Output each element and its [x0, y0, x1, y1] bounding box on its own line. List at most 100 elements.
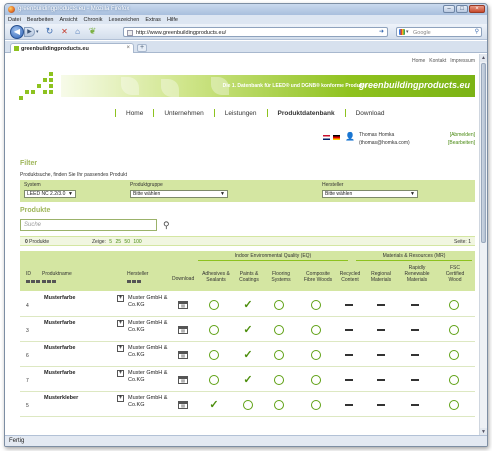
- per-page-50[interactable]: 50: [124, 239, 130, 245]
- tab-label[interactable]: greenbuildingproducts.eu: [21, 46, 89, 52]
- top-link-home[interactable]: Home: [412, 58, 425, 64]
- dash-icon: [409, 299, 421, 311]
- reload-icon[interactable]: ↻: [44, 26, 55, 37]
- address-bar[interactable]: http://www.greenbuildingproducts.eu/ ➜: [123, 27, 388, 37]
- banner-brand: greenbuildingproducts.eu: [358, 80, 470, 90]
- url-text[interactable]: http://www.greenbuildingproducts.eu/: [136, 30, 226, 36]
- check-icon: ✓: [243, 324, 253, 336]
- addon-leaf-icon[interactable]: ❦: [86, 26, 99, 37]
- search-icon[interactable]: ⚲: [163, 219, 175, 231]
- product-search-input[interactable]: Suche: [20, 219, 157, 231]
- menu-bar: Datei Bearbeiten Ansicht Chronik Lesezei…: [5, 15, 487, 24]
- nav-services[interactable]: Leistungen: [225, 110, 257, 117]
- row-manufacturer[interactable]: Muster GmbH & Co.KG: [128, 320, 178, 334]
- dash-icon: [375, 374, 387, 386]
- minimize-button[interactable]: –: [443, 5, 455, 13]
- menu-view[interactable]: Ansicht: [59, 17, 77, 23]
- logout-link[interactable]: [Abmelden]: [450, 132, 475, 138]
- expand-plus-icon[interactable]: +: [117, 320, 124, 327]
- main-navigation: Home Unternehmen Leistungen Produktdaten…: [105, 109, 385, 117]
- nav-company[interactable]: Unternehmen: [164, 110, 203, 117]
- circle-icon: [273, 349, 285, 361]
- circle-icon: [242, 399, 254, 411]
- new-tab-button[interactable]: +: [137, 44, 147, 52]
- col-regional: Regional Materials: [370, 271, 392, 283]
- nav-download[interactable]: Download: [356, 110, 385, 117]
- per-page-selector: Zeige: 5 25 50 100: [92, 238, 142, 245]
- scroll-thumb[interactable]: [481, 63, 486, 243]
- expand-plus-icon[interactable]: +: [117, 370, 124, 377]
- web-search-box[interactable]: ▾ Google ⚲: [396, 27, 482, 37]
- google-icon[interactable]: [399, 29, 405, 35]
- expand-plus-icon[interactable]: +: [117, 345, 124, 352]
- scroll-up-icon[interactable]: ▲: [480, 54, 487, 62]
- row-product-name[interactable]: Musterfarbe: [44, 295, 75, 301]
- per-page-25[interactable]: 25: [115, 239, 121, 245]
- german-flag-icon[interactable]: [333, 135, 340, 140]
- manufacturer-select[interactable]: Bitte wählen ▼: [322, 190, 418, 198]
- magnifier-icon[interactable]: ⚲: [475, 28, 479, 35]
- stop-icon[interactable]: ✕: [59, 26, 70, 37]
- site-logo[interactable]: [19, 72, 59, 100]
- results-bar: 0 Produkte Zeige: 5 25 50 100 Seite: 1: [20, 236, 475, 246]
- product-group-label: Produktgruppe: [130, 182, 163, 188]
- row-manufacturer[interactable]: Muster GmbH & Co.KG: [128, 345, 178, 359]
- history-dropdown-icon[interactable]: ▾: [36, 29, 39, 35]
- edit-profile-link[interactable]: [Bearbeiten]: [448, 140, 475, 146]
- row-product-name[interactable]: Musterfarbe: [44, 320, 75, 326]
- expand-plus-icon[interactable]: +: [117, 395, 124, 402]
- product-group-select[interactable]: Bitte wählen ▼: [130, 190, 228, 198]
- engine-dropdown-icon[interactable]: ▾: [406, 29, 409, 35]
- menu-file[interactable]: Datei: [8, 17, 21, 23]
- table-header: Indoor Environmental Quality (EQ) Materi…: [20, 251, 475, 291]
- top-link-imprint[interactable]: Impressum: [450, 58, 475, 64]
- go-arrow-icon[interactable]: ➜: [379, 28, 384, 35]
- download-icon[interactable]: ▤: [178, 401, 188, 409]
- menu-bookmarks[interactable]: Lesezeichen: [108, 17, 139, 23]
- row-product-name[interactable]: Musterfarbe: [44, 370, 75, 376]
- menu-tools[interactable]: Extras: [145, 17, 161, 23]
- col-fsc-wood: FSC Certified Wood: [445, 265, 465, 283]
- circle-icon: [310, 374, 322, 386]
- chevron-down-icon: ▼: [410, 191, 415, 197]
- menu-help[interactable]: Hilfe: [167, 17, 178, 23]
- row-product-name[interactable]: Musterkleber: [44, 395, 78, 401]
- circle-icon: [273, 299, 285, 311]
- download-icon[interactable]: ▤: [178, 326, 188, 334]
- row-manufacturer[interactable]: Muster GmbH & Co.KG: [128, 295, 178, 309]
- circle-icon: [310, 324, 322, 336]
- vertical-scrollbar[interactable]: ▲ ▼: [479, 54, 487, 436]
- menu-edit[interactable]: Bearbeiten: [27, 17, 54, 23]
- system-select[interactable]: LEED NC 2.2/3.0 ▼: [24, 190, 76, 198]
- tab-greenbuildingproducts[interactable]: greenbuildingproducts.eu ×: [10, 43, 134, 53]
- dash-icon: [409, 324, 421, 336]
- download-icon[interactable]: ▤: [178, 351, 188, 359]
- maximize-button[interactable]: □: [456, 5, 468, 13]
- back-arrow-icon[interactable]: ◀: [10, 25, 24, 39]
- sort-id-icon[interactable]: [26, 280, 41, 284]
- expand-plus-icon[interactable]: +: [117, 295, 124, 302]
- forward-arrow-icon[interactable]: ▶: [24, 27, 35, 37]
- user-name: Thomas Homka: [359, 132, 395, 138]
- row-manufacturer[interactable]: Muster GmbH & Co.KG: [128, 395, 178, 409]
- nav-product-database[interactable]: Produktdatenbank: [278, 110, 335, 117]
- dash-icon: [343, 349, 355, 361]
- web-search-placeholder[interactable]: Google: [413, 30, 431, 36]
- menu-history[interactable]: Chronik: [84, 17, 103, 23]
- top-link-contact[interactable]: Kontakt: [429, 58, 446, 64]
- english-flag-icon[interactable]: [323, 135, 330, 140]
- per-page-5[interactable]: 5: [109, 239, 112, 245]
- per-page-100[interactable]: 100: [133, 239, 141, 245]
- filter-hint: Produktsuche, finden Sie Ihr passendes P…: [20, 172, 128, 178]
- row-manufacturer[interactable]: Muster GmbH & Co.KG: [128, 370, 178, 384]
- download-icon[interactable]: ▤: [178, 301, 188, 309]
- close-button[interactable]: ×: [469, 5, 485, 13]
- nav-home[interactable]: Home: [126, 110, 143, 117]
- sort-name-icon[interactable]: [42, 280, 57, 284]
- tab-close-icon[interactable]: ×: [126, 45, 130, 51]
- row-product-name[interactable]: Musterfarbe: [44, 345, 75, 351]
- home-icon[interactable]: ⌂: [72, 26, 83, 37]
- sort-manufacturer-icon[interactable]: [127, 280, 142, 284]
- dash-icon: [375, 349, 387, 361]
- download-icon[interactable]: ▤: [178, 376, 188, 384]
